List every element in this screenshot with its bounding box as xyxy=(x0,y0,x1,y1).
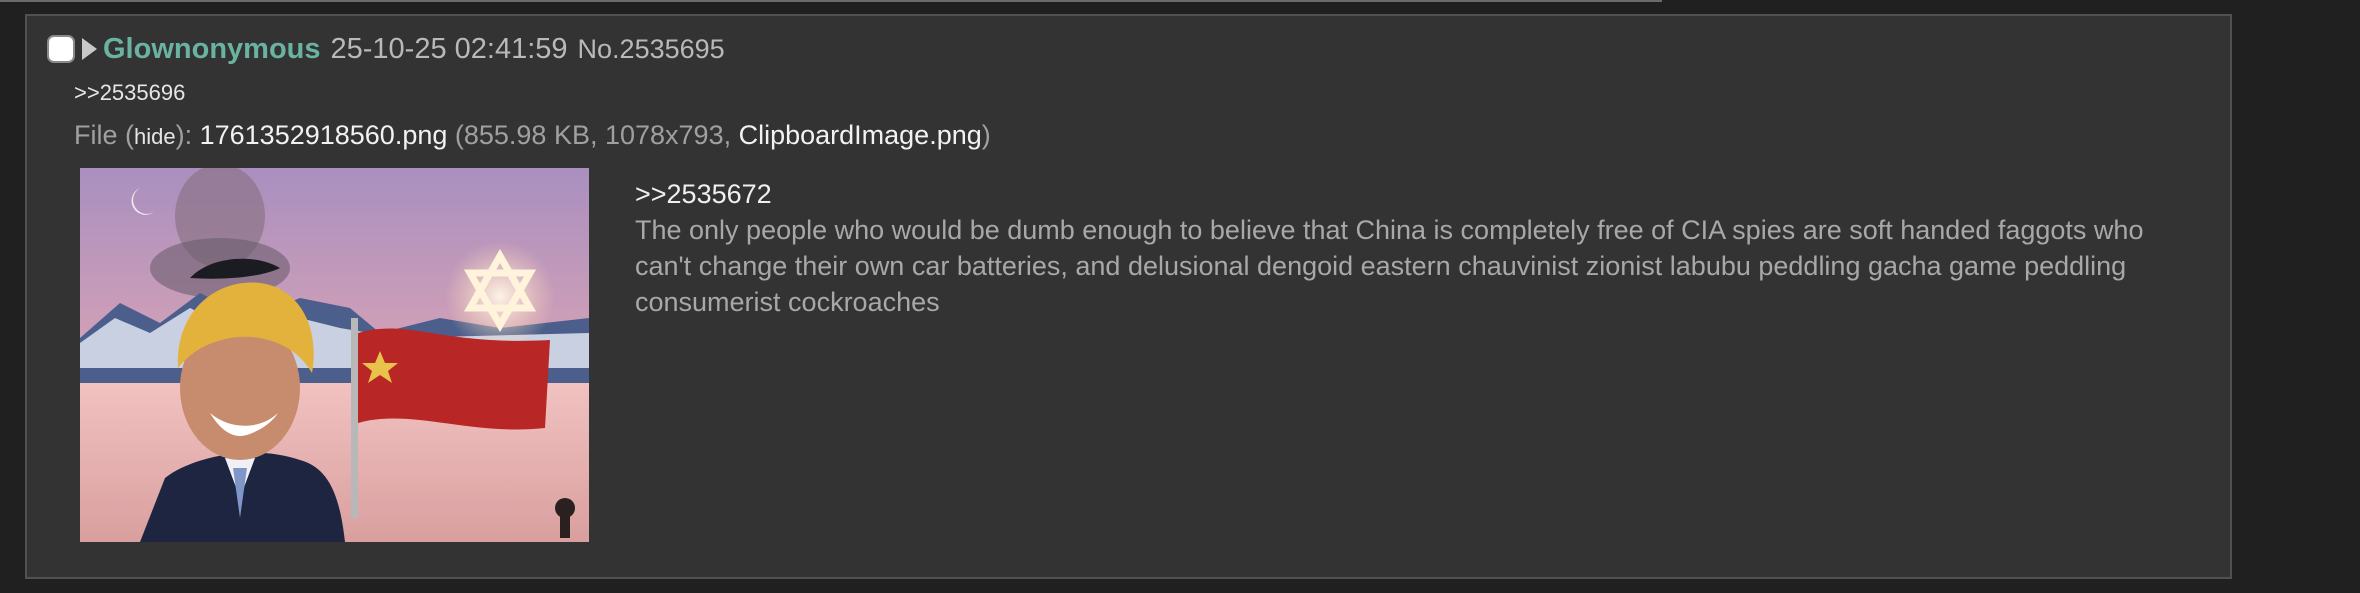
post-header: Glownonymous 25-10-25 02:41:59 No.253569… xyxy=(47,32,725,66)
post-date: 25-10-25 02:41:59 xyxy=(330,32,568,65)
expand-triangle-icon[interactable] xyxy=(82,38,97,60)
poster-name: Glownonymous xyxy=(103,32,321,65)
original-filename-link[interactable]: ClipboardImage.png xyxy=(739,120,982,150)
quote-link[interactable]: >>2535672 xyxy=(635,176,2155,212)
file-meta: (855.98 KB, 1078x793, xyxy=(447,120,739,150)
file-link[interactable]: 1761352918560.png xyxy=(200,120,448,150)
hide-file-link[interactable]: hide xyxy=(134,124,176,149)
top-divider xyxy=(0,0,1662,2)
post-select-checkbox[interactable] xyxy=(47,35,75,63)
backlink[interactable]: >>2535696 xyxy=(74,80,185,106)
post-container: Glownonymous 25-10-25 02:41:59 No.253569… xyxy=(25,14,2232,579)
post-body: >>2535672 The only people who would be d… xyxy=(635,176,2155,320)
file-meta-close: ) xyxy=(981,120,991,150)
file-info: File (hide): 1761352918560.png (855.98 K… xyxy=(74,120,991,151)
post-number-link[interactable]: No.2535695 xyxy=(578,34,725,65)
post-message: The only people who would be dumb enough… xyxy=(635,215,2144,317)
hide-close: ): xyxy=(175,120,200,150)
post-image-thumbnail[interactable] xyxy=(80,168,589,542)
file-label: File xyxy=(74,120,118,150)
hide-open: ( xyxy=(117,120,135,150)
